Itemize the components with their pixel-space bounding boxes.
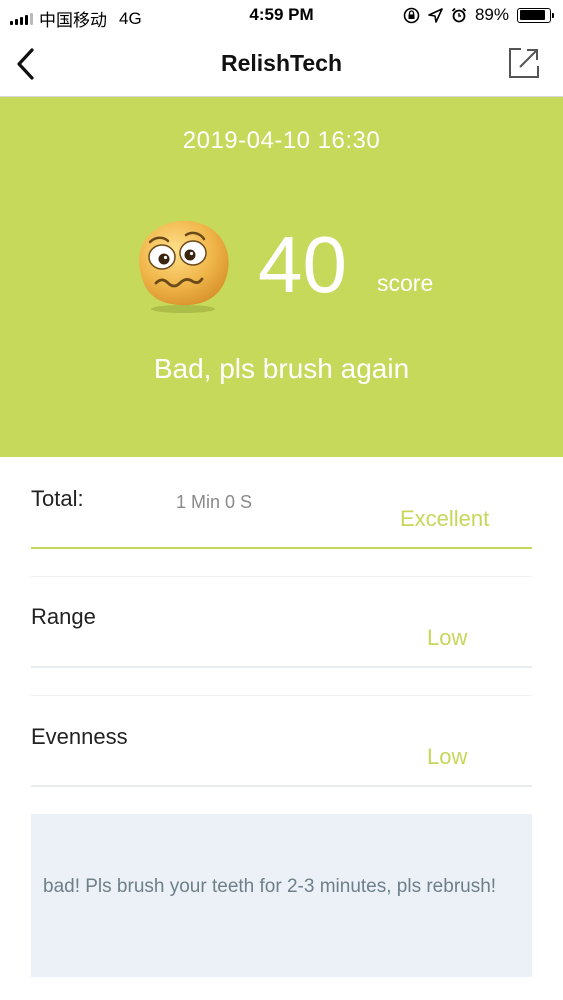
advice-box: bad! Pls brush your teeth for 2-3 minute… — [31, 814, 532, 977]
divider — [31, 695, 532, 696]
status-right: 89% — [403, 5, 554, 25]
result-header: 2019-04-10 16:30 40 score Bad, pls brush… — [0, 97, 563, 457]
divider — [31, 547, 532, 549]
metric-row-evenness: Evenness Low — [31, 724, 532, 784]
divider — [31, 576, 532, 577]
result-message: Bad, pls brush again — [153, 353, 410, 384]
orientation-lock-icon — [403, 7, 420, 23]
metric-row-total: Total: 1 Min 0 S Excellent — [31, 484, 532, 554]
score-value: 40 — [258, 220, 347, 309]
metric-label: Range — [31, 604, 96, 629]
battery-icon — [517, 7, 554, 23]
score-unit: score — [377, 270, 434, 296]
worried-face-icon — [139, 220, 229, 313]
metric-value: 1 Min 0 S — [176, 492, 253, 512]
metric-rating: Excellent — [400, 506, 490, 531]
page-title: RelishTech — [221, 50, 342, 76]
navigation-bar: RelishTech — [0, 32, 563, 97]
metric-rating: Low — [427, 625, 468, 650]
divider — [31, 785, 532, 787]
battery-percent: 89% — [474, 5, 509, 24]
divider — [31, 666, 532, 668]
metric-rating: Low — [427, 744, 468, 769]
share-external-icon — [509, 48, 539, 78]
location-icon — [428, 7, 443, 23]
status-bar: 中国移动 4G 4:59 PM 89% — [0, 0, 563, 32]
result-datetime: 2019-04-10 16:30 — [182, 127, 381, 154]
metric-label: Evenness — [31, 724, 128, 749]
share-button[interactable] — [507, 46, 541, 80]
advice-text: bad! Pls brush your teeth for 2-3 minute… — [43, 876, 497, 897]
metric-label: Total: — [31, 486, 84, 511]
metric-row-range: Range Low — [31, 604, 532, 664]
alarm-icon — [451, 7, 467, 23]
